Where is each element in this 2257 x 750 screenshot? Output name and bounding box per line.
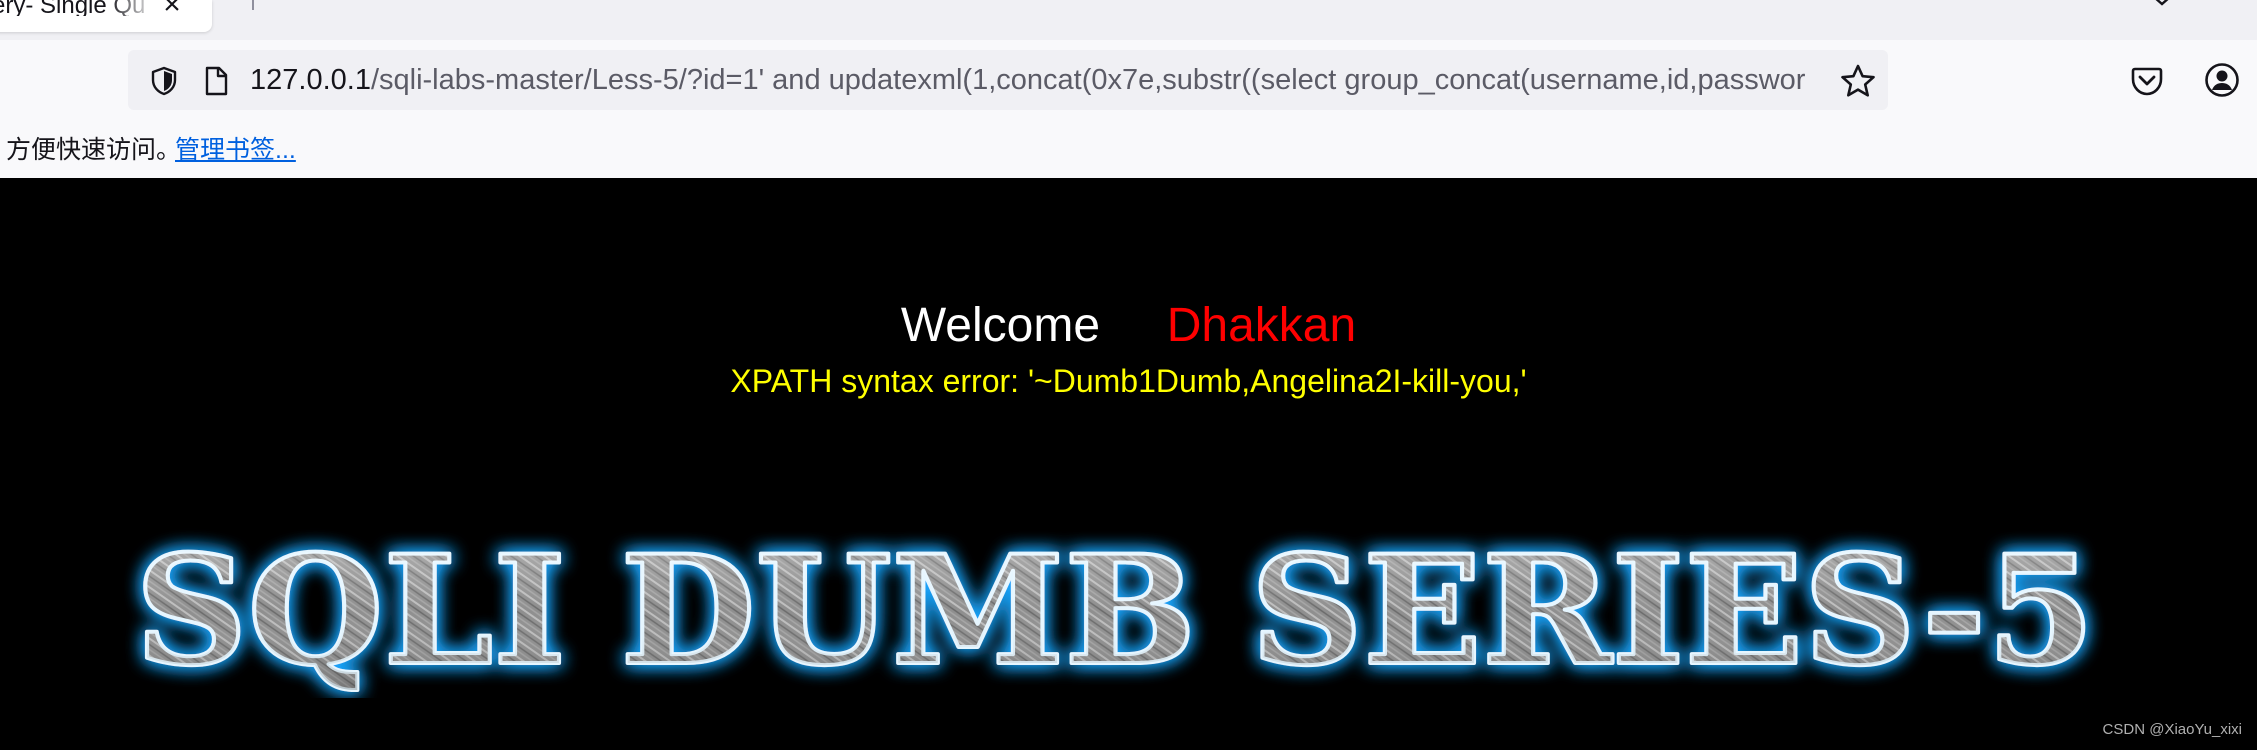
star-icon[interactable] (1840, 63, 1876, 99)
banner-text-group: SQLI DUMB SERIES-5 SQLI DUMB SERIES-5 (133, 523, 2097, 698)
watermark: CSDN @XiaoYu_xixi (2102, 721, 2242, 738)
welcome-name: Dhakkan (1166, 299, 1357, 352)
sqli-banner-image: SQLI DUMB SERIES-5 SQLI DUMB SERIES-5 (133, 523, 2097, 698)
page-content: Welcome Dhakkan XPATH syntax error: '~Du… (0, 178, 2257, 750)
banner-text-shine: SQLI DUMB SERIES-5 (135, 523, 2095, 698)
url-path: /sqli-labs-master/Less-5/?id=1' and upda… (370, 64, 1806, 96)
welcome-heading: Welcome Dhakkan (0, 298, 2257, 354)
shield-icon[interactable] (148, 65, 180, 97)
account-icon[interactable] (2204, 62, 2240, 98)
navigation-toolbar: 127.0.0.1/sqli-labs-master/Less-5/?id=1'… (0, 40, 2257, 122)
tab-separator (252, 0, 254, 10)
bookmarks-hint: 方便快速访问。 (6, 136, 182, 164)
chevron-down-icon[interactable] (2152, 0, 2172, 6)
url-text[interactable]: 127.0.0.1/sqli-labs-master/Less-5/?id=1'… (250, 62, 1945, 98)
pocket-icon[interactable] (2130, 64, 2164, 98)
url-bar[interactable]: 127.0.0.1/sqli-labs-master/Less-5/?id=1'… (128, 50, 1888, 110)
url-host: 127.0.0.1 (250, 64, 371, 96)
browser-chrome: ery- Single Qu × 127.0.0.1/sqli-labs-mas… (0, 0, 2257, 179)
xpath-error-message: XPATH syntax error: '~Dumb1Dumb,Angelina… (730, 363, 1527, 399)
bookmarks-toolbar: 方便快速访问。 管理书签... (0, 122, 2257, 179)
manage-bookmarks-link[interactable]: 管理书签... (175, 134, 296, 166)
page-icon[interactable] (202, 65, 230, 97)
tab-strip: ery- Single Qu × (0, 0, 2257, 41)
active-tab[interactable]: ery- Single Qu × (0, 0, 212, 32)
tab-title: ery- Single Qu (0, 0, 146, 16)
tab-close-button[interactable]: × (157, 0, 187, 20)
welcome-word: Welcome (900, 299, 1101, 352)
